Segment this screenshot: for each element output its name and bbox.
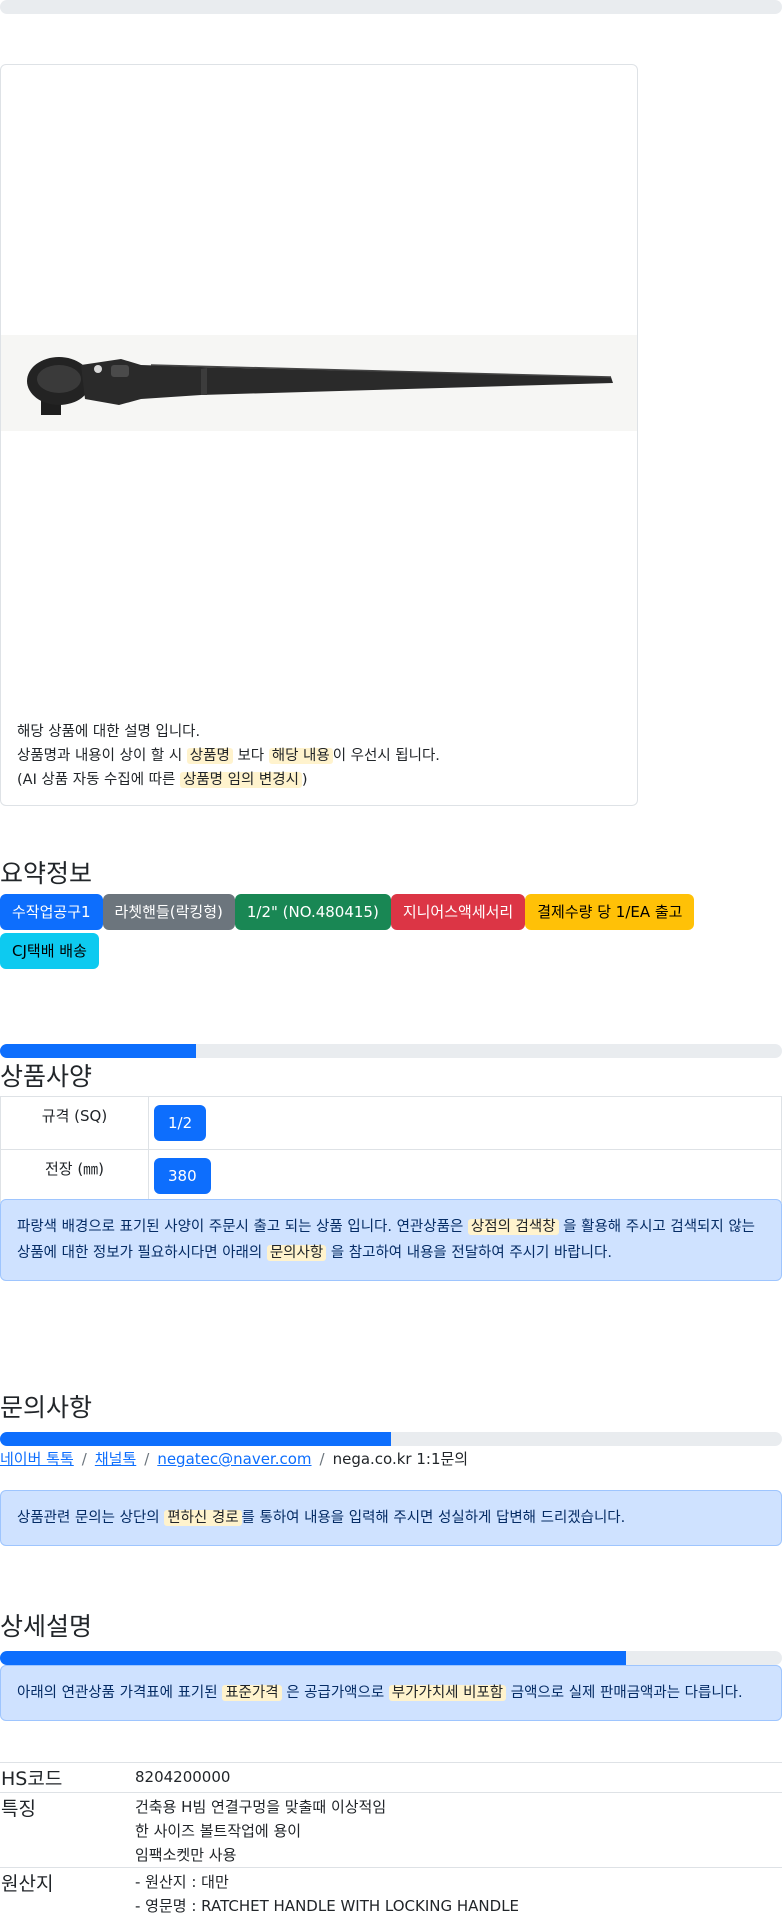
spec-key: 전장 (㎜) bbox=[0, 1149, 149, 1203]
notice-line-2: 상품명과 내용이 상이 할 시 상품명 보다 해당 내용 이 우선시 됩니다. bbox=[17, 748, 440, 764]
highlight-name-change: 상품명 임의 변경시 bbox=[179, 772, 302, 788]
info-row: HS코드 8204200000 bbox=[0, 1762, 782, 1793]
info-row: 특징 건축용 H빔 연결구멍을 맞출때 이상적임 한 사이즈 볼트작업에 용이 임팩… bbox=[0, 1792, 782, 1868]
ratchet-handle-image bbox=[27, 357, 613, 415]
breadcrumb-separator: / bbox=[144, 1450, 150, 1468]
spec-row: 규격 (SQ) 1/2 bbox=[0, 1096, 782, 1150]
specs-progress-bar bbox=[0, 1044, 782, 1058]
highlight-content: 해당 내용 bbox=[268, 748, 333, 764]
inquiry-title: 문의사항 bbox=[0, 1393, 93, 1422]
specs-table: 규격 (SQ) 1/2 전장 (㎜) 380 bbox=[0, 1096, 782, 1203]
product-card: 해당 상품에 대한 설명 입니다. 상품명과 내용이 상이 할 시 상품명 보다… bbox=[0, 64, 638, 806]
detail-title: 상세설명 bbox=[0, 1612, 93, 1641]
detail-info-table: HS코드 8204200000 특징 건축용 H빔 연결구멍을 맞출때 이상적임… bbox=[0, 1762, 782, 1918]
inquiry-channels: 네이버 톡톡 / 채널톡 / negatec@naver.com / nega.co.kr … bbox=[0, 1448, 468, 1469]
detail-notice: 아래의 연관상품 가격표에 표기된 표준가격 은 공급가액으로 부가가치세 비포… bbox=[0, 1665, 782, 1721]
summary-badge: 1/2" (NO.480415) bbox=[234, 894, 391, 930]
email-link[interactable]: negatec@naver.com bbox=[157, 1450, 311, 1468]
summary-title: 요약정보 bbox=[0, 859, 93, 888]
notice-line-1: 해당 상품에 대한 설명 입니다. bbox=[17, 724, 201, 740]
spec-value-badge: 1/2 bbox=[154, 1105, 207, 1141]
info-key: 특징 bbox=[0, 1792, 135, 1868]
info-value: 8204200000 bbox=[135, 1762, 782, 1793]
info-value: - 원산지 : 대만 - 영문명 : RATCHET HANDLE WITH LO… bbox=[135, 1867, 782, 1918]
product-image bbox=[1, 335, 637, 431]
specs-progress-fill bbox=[0, 1044, 196, 1058]
breadcrumb-separator: / bbox=[319, 1450, 325, 1468]
product-notice: 해당 상품에 대한 설명 입니다. 상품명과 내용이 상이 할 시 상품명 보다… bbox=[17, 720, 440, 792]
detail-progress-bar bbox=[0, 1651, 782, 1665]
highlight-route: 편하신 경로 bbox=[164, 1510, 242, 1526]
specs-title: 상품사양 bbox=[0, 1062, 93, 1091]
highlight-vat: 부가가치세 비포함 bbox=[388, 1685, 507, 1701]
summary-badges: 수작업공구1 라쳇핸들(락킹형) 1/2" (NO.480415) 지니어스액세서리 결… bbox=[0, 894, 740, 972]
spec-value-badge: 380 bbox=[154, 1158, 211, 1194]
inquiry-progress-bar bbox=[0, 1432, 782, 1446]
specs-notice: 파랑색 배경으로 표기된 사양이 주문시 출고 되는 상품 입니다. 연관상품은… bbox=[0, 1199, 782, 1281]
summary-badge: 지니어스액세서리 bbox=[390, 894, 526, 930]
detail-progress-fill bbox=[0, 1651, 626, 1665]
highlight-inquiry: 문의사항 bbox=[266, 1245, 327, 1261]
highlight-standard-price: 표준가격 bbox=[222, 1685, 282, 1701]
highlight-product-name: 상품명 bbox=[186, 748, 233, 764]
info-key: HS코드 bbox=[0, 1762, 135, 1793]
inquiry-notice: 상품관련 문의는 상단의 편하신 경로 를 통하여 내용을 입력해 주시면 성실하… bbox=[0, 1490, 782, 1546]
inquiry-progress-fill bbox=[0, 1432, 391, 1446]
channel-talk-link[interactable]: 채널톡 bbox=[95, 1450, 136, 1468]
summary-badge: CJ택배 배송 bbox=[0, 933, 99, 969]
highlight-search: 상점의 검색창 bbox=[467, 1219, 559, 1235]
info-key: 원산지 bbox=[0, 1867, 135, 1918]
info-value: 건축용 H빔 연결구멍을 맞출때 이상적임 한 사이즈 볼트작업에 용이 임팩소켓만… bbox=[135, 1792, 782, 1868]
summary-badge: 라쳇핸들(락킹형) bbox=[102, 894, 235, 930]
spec-row: 전장 (㎜) 380 bbox=[0, 1149, 782, 1203]
top-progress-bar bbox=[0, 0, 782, 14]
breadcrumb-separator: / bbox=[81, 1450, 87, 1468]
spec-key: 규격 (SQ) bbox=[0, 1096, 149, 1150]
spec-value-cell: 1/2 bbox=[148, 1096, 782, 1150]
info-row: 원산지 - 원산지 : 대만 - 영문명 : RATCHET HANDLE WIT… bbox=[0, 1867, 782, 1918]
notice-line-3: (AI 상품 자동 수집에 따른 상품명 임의 변경시) bbox=[17, 772, 308, 788]
naver-talk-link[interactable]: 네이버 톡톡 bbox=[0, 1450, 74, 1468]
site-inquiry: nega.co.kr 1:1문의 bbox=[332, 1450, 469, 1468]
summary-badge: 결제수량 당 1/EA 출고 bbox=[525, 894, 695, 930]
spec-value-cell: 380 bbox=[148, 1149, 782, 1203]
summary-badge: 수작업공구1 bbox=[0, 894, 103, 930]
